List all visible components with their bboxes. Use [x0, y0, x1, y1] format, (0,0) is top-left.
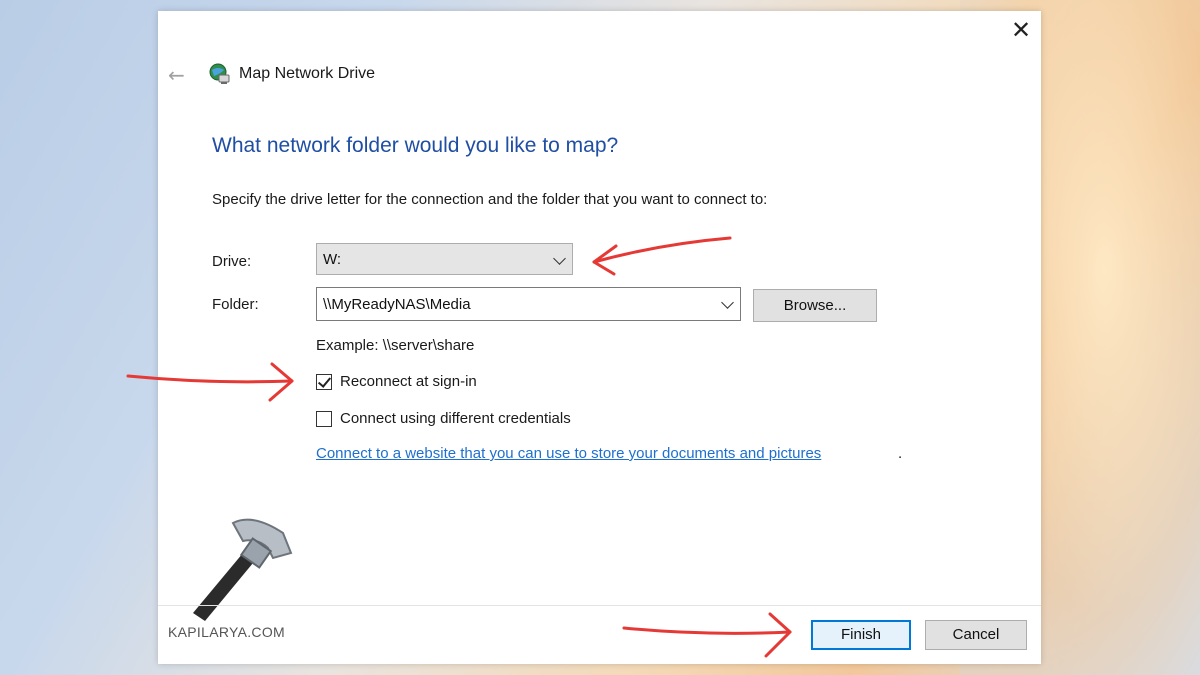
website-storage-link[interactable]: Connect to a website that you can use to…: [316, 445, 821, 462]
page-heading: What network folder would you like to ma…: [212, 134, 619, 157]
example-text: Example: \\server\share: [316, 337, 475, 354]
credentials-checkbox[interactable]: [316, 411, 332, 427]
instructions-text: Specify the drive letter for the connect…: [212, 191, 768, 208]
reconnect-label[interactable]: Reconnect at sign-in: [340, 373, 477, 390]
map-network-drive-dialog: ✕ ← Map Network Drive What network folde…: [158, 11, 1041, 664]
folder-input-value: \\MyReadyNAS\Media: [323, 296, 471, 313]
window-title: Map Network Drive: [239, 65, 376, 82]
link-suffix: .: [898, 445, 903, 462]
folder-label: Folder:: [212, 296, 259, 313]
browse-button[interactable]: Browse...: [753, 289, 877, 322]
footer-divider: [158, 605, 1041, 606]
drive-select-value: W:: [323, 251, 342, 268]
drive-label: Drive:: [212, 253, 252, 270]
chevron-down-icon: [553, 252, 566, 265]
chevron-down-icon[interactable]: [721, 296, 734, 309]
network-drive-globe-icon: [209, 63, 230, 84]
close-icon[interactable]: ✕: [1009, 18, 1033, 43]
cancel-button[interactable]: Cancel: [925, 620, 1027, 650]
hammer-icon: [193, 518, 293, 621]
drive-select[interactable]: W:: [316, 243, 573, 275]
checkmark-icon: [317, 374, 332, 388]
watermark-text: KAPILARYA.COM: [168, 624, 285, 640]
credentials-label[interactable]: Connect using different credentials: [340, 410, 571, 427]
folder-combobox[interactable]: \\MyReadyNAS\Media: [316, 287, 741, 321]
back-arrow-icon[interactable]: ←: [168, 63, 185, 87]
reconnect-checkbox[interactable]: [316, 374, 332, 390]
finish-button[interactable]: Finish: [811, 620, 911, 650]
